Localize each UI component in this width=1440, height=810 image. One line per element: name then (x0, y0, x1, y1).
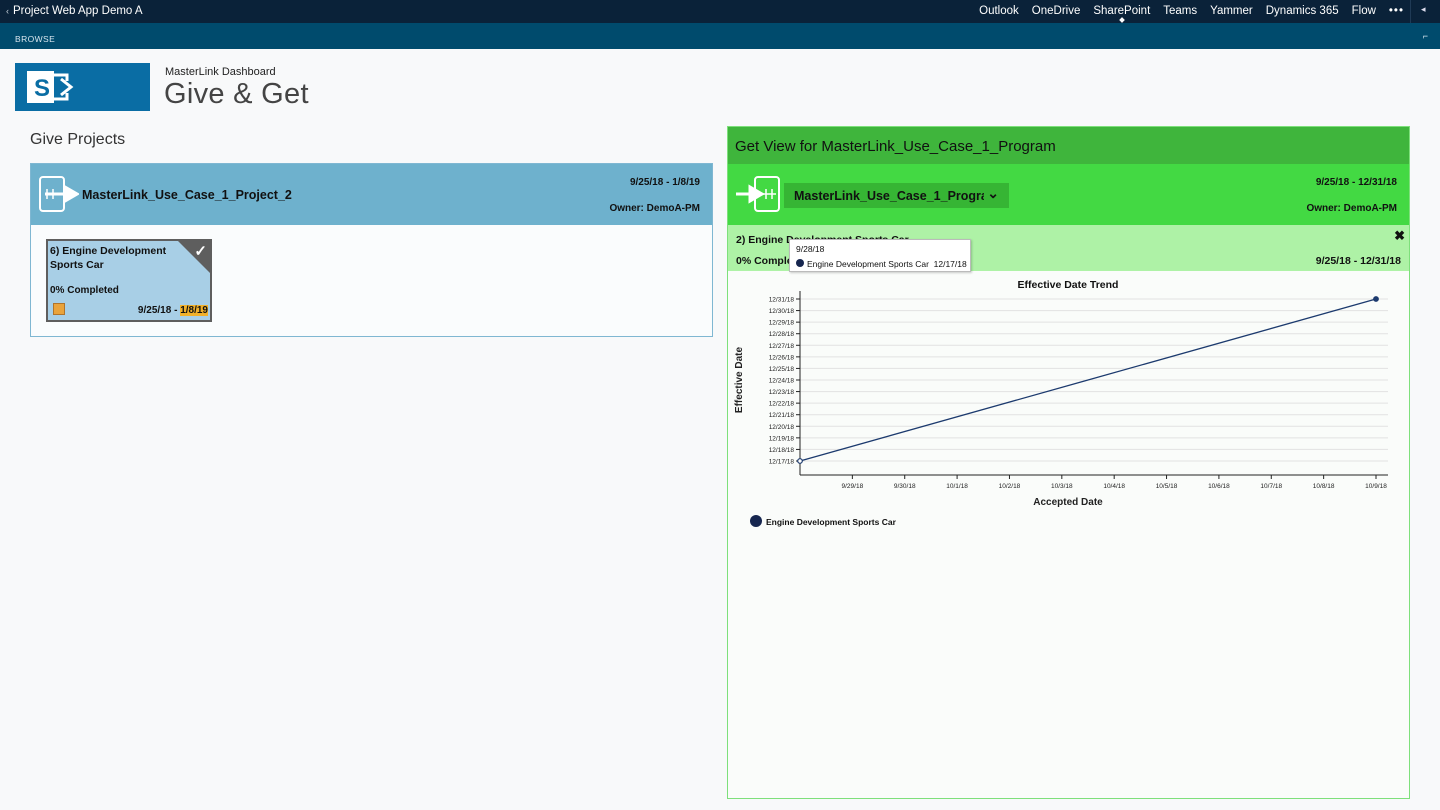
x-tick-label: 9/30/18 (894, 483, 916, 490)
y-tick-label: 12/20/18 (769, 424, 795, 431)
settings-corner[interactable]: ◂ (1410, 0, 1440, 23)
suite-link-flow[interactable]: Flow (1352, 5, 1376, 17)
give-project-header: MasterLink_Use_Case_1_Project_2 9/25/18 … (31, 164, 712, 225)
get-task-dates: 9/25/18 - 12/31/18 (1315, 255, 1401, 267)
give-task-percent: 0% Completed (50, 285, 119, 296)
x-tick-label: 10/2/18 (999, 483, 1021, 490)
x-tick-label: 10/5/18 (1156, 483, 1178, 490)
tooltip-series: Engine Development Sports Car (807, 259, 929, 269)
give-project-owner: Owner: DemoA-PM (609, 203, 700, 214)
program-select-value: MasterLink_Use_Case_1_Program (794, 189, 984, 203)
effective-date-trend-chart: Effective Date Trend Effective Date Acce… (734, 279, 1388, 527)
y-tick-label: 12/22/18 (769, 401, 795, 408)
legend-label[interactable]: Engine Development Sports Car (766, 517, 897, 527)
y-tick-label: 12/31/18 (769, 297, 795, 304)
y-tick-label: 12/17/18 (769, 459, 795, 466)
y-tick-label: 12/23/18 (769, 389, 795, 396)
chart-title: Effective Date Trend (1018, 279, 1119, 291)
chevron-left-icon: ‹ (6, 6, 9, 16)
chevron-down-icon: ⌄ (987, 185, 999, 201)
x-tick-label: 10/6/18 (1208, 483, 1230, 490)
y-tick-label: 12/24/18 (769, 378, 795, 385)
y-tick-label: 12/25/18 (769, 366, 795, 373)
tooltip-line: Engine Development Sports Car 12/17/18 (807, 259, 967, 269)
give-task-name: 6) Engine Development Sports Car (50, 245, 167, 271)
give-task-date-end: 1/8/19 (180, 305, 208, 316)
tooltip-series-dot (796, 259, 804, 267)
give-project-panel: MasterLink_Use_Case_1_Project_2 9/25/18 … (30, 163, 713, 337)
suite-link-teams[interactable]: Teams (1163, 5, 1197, 17)
dashboard-subtitle[interactable]: MasterLink Dashboard (165, 66, 276, 78)
get-program-header: MasterLink_Use_Case_1_Program ⌄ 9/25/18 … (728, 164, 1409, 225)
program-select[interactable]: MasterLink_Use_Case_1_Program ⌄ (784, 183, 1009, 208)
suite-link-outlook[interactable]: Outlook (979, 5, 1019, 17)
x-tick-label: 9/29/18 (842, 483, 864, 490)
tooltip-date: 9/28/18 (796, 244, 825, 254)
get-program-dates: 9/25/18 - 12/31/18 (1315, 177, 1397, 188)
x-tick-label: 10/9/18 (1365, 483, 1387, 490)
suite-link-yammer[interactable]: Yammer (1210, 5, 1253, 17)
tooltip-value: 12/17/18 (933, 259, 967, 269)
x-tick-label: 10/3/18 (1051, 483, 1073, 490)
suite-links: Outlook OneDrive SharePoint Teams Yammer… (979, 5, 1404, 17)
suite-link-onedrive[interactable]: OneDrive (1032, 5, 1081, 17)
sharepoint-logo[interactable]: S (15, 63, 150, 111)
y-tick-label: 12/19/18 (769, 435, 795, 442)
chart-tooltip: 9/28/18 Engine Development Sports Car 12… (789, 239, 971, 272)
suite-bar: ‹ Project Web App Demo A Outlook OneDriv… (0, 0, 1440, 23)
give-project-dates: 9/25/18 - 1/8/19 (629, 177, 700, 188)
y-tick-label: 12/21/18 (769, 412, 795, 419)
ribbon: BROWSE ⌐ (0, 23, 1440, 49)
give-task-dates: 9/25/18 - 1/8/19 (138, 305, 208, 316)
y-tick-label: 12/30/18 (769, 308, 795, 315)
give-task-card[interactable]: ✓ 6) Engine Development Sports Car 0% Co… (46, 239, 212, 322)
get-view-title-bar: Get View for MasterLink_Use_Case_1_Progr… (728, 127, 1409, 164)
x-tick-label: 10/1/18 (946, 483, 968, 490)
y-tick-label: 12/26/18 (769, 354, 795, 361)
site-name: Project Web App Demo A (13, 5, 143, 17)
give-task-date-start: 9/25/18 - (137, 305, 181, 316)
checkmark-icon: ✓ (194, 243, 207, 260)
chart-x-axis-label: Accepted Date (1033, 497, 1103, 508)
y-tick-label: 12/18/18 (769, 447, 795, 454)
data-point (1373, 296, 1379, 302)
x-tick-label: 10/8/18 (1313, 483, 1335, 490)
suite-link-dynamics[interactable]: Dynamics 365 (1266, 5, 1339, 17)
get-view-title: Get View for MasterLink_Use_Case_1_Progr… (735, 138, 1056, 155)
x-tick-label: 10/4/18 (1103, 483, 1125, 490)
chart-y-axis-label: Effective Date (734, 346, 745, 413)
sharepoint-logo-icon: S (27, 71, 74, 103)
browse-tab[interactable]: BROWSE (15, 34, 55, 44)
data-point (797, 458, 803, 464)
give-project-name[interactable]: MasterLink_Use_Case_1_Project_2 (82, 188, 292, 202)
package-icon (53, 303, 65, 315)
suite-link-sharepoint[interactable]: SharePoint (1093, 5, 1150, 17)
project-link-icon (39, 176, 79, 212)
y-tick-label: 12/29/18 (769, 320, 795, 327)
give-projects-heading: Give Projects (30, 131, 126, 148)
y-tick-label: 12/27/18 (769, 343, 795, 350)
close-icon[interactable]: ✖ (1394, 228, 1405, 244)
gear-icon: ◂ (1421, 4, 1426, 14)
page-title: Give & Get (164, 78, 309, 110)
program-link-icon (736, 176, 780, 212)
focus-content-icon[interactable]: ⌐ (1423, 31, 1428, 41)
get-program-owner: Owner: DemoA-PM (1306, 203, 1397, 214)
y-tick-label: 12/28/18 (769, 331, 795, 338)
svg-text:S: S (34, 75, 50, 102)
ellipsis-icon[interactable]: ••• (1389, 5, 1404, 17)
back-to-site-link[interactable]: ‹ Project Web App Demo A (6, 5, 143, 17)
legend-marker[interactable] (750, 515, 762, 527)
x-tick-label: 10/7/18 (1260, 483, 1282, 490)
